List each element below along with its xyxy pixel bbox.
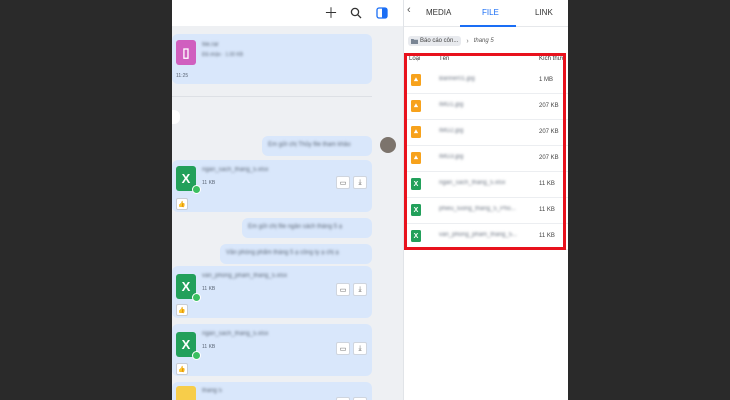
search-icon[interactable] — [348, 5, 364, 21]
download-button[interactable]: ⤓ — [353, 342, 367, 355]
file-message[interactable]: X ngan_sach_thang_5.xlsx 11 KB ▭ ⤓ 👍 — [172, 324, 372, 376]
breadcrumb-current: thang 5 — [473, 38, 494, 44]
file-message[interactable]: X van_phong_pham_thang_5.xlsx 11 KB ▭ ⤓ … — [172, 266, 372, 318]
tab-link[interactable]: LINK — [535, 8, 553, 17]
file-name: file.rar — [202, 42, 219, 48]
highlight-box — [404, 53, 566, 250]
back-arrow-icon[interactable]: ‹ — [407, 4, 411, 16]
folder-message[interactable]: thang 5 ▭ ⤓ — [172, 382, 372, 400]
plus-icon[interactable]: ＋ — [323, 5, 339, 21]
tab-media[interactable]: MEDIA — [426, 8, 451, 17]
file-size: 11 KB — [202, 180, 216, 186]
text-message: Em gửi chị file ngân sách tháng 5 ạ — [242, 218, 372, 238]
text-message: Văn phòng phẩm tháng 5 ạ công ty ạ chị ạ — [220, 244, 372, 264]
divider — [172, 96, 372, 97]
bubble-edge — [172, 110, 180, 124]
open-folder-button[interactable]: ▭ — [336, 176, 350, 189]
file-status: Đã nhận · 1.00 KB — [202, 52, 244, 58]
open-folder-button[interactable]: ▭ — [336, 283, 350, 296]
breadcrumb: Báo cáo côn... › thang 5 — [408, 34, 494, 48]
downloaded-check-icon — [192, 185, 201, 194]
active-tab-indicator — [460, 25, 516, 27]
tab-file[interactable]: FILE — [482, 8, 499, 17]
chevron-right-icon: › — [466, 37, 469, 45]
like-button[interactable]: 👍 — [176, 304, 188, 316]
file-size: 11 KB — [202, 286, 216, 292]
avatar[interactable] — [380, 137, 396, 153]
file-message[interactable]: ▯ file.rar Đã nhận · 1.00 KB 11:25 — [172, 34, 372, 84]
archive-file-icon: ▯ — [176, 40, 196, 65]
download-button[interactable]: ⤓ — [353, 176, 367, 189]
chat-pane: ＋ ▯ file.rar Đã nhận · 1.00 KB 11:25 Em … — [172, 0, 403, 400]
downloaded-check-icon — [192, 293, 201, 302]
folder-name: thang 5 — [202, 388, 223, 394]
breadcrumb-folder[interactable]: Báo cáo côn... — [408, 36, 462, 46]
file-message[interactable]: X ngan_sach_thang_5.xlsx 11 KB ▭ ⤓ 👍 — [172, 160, 372, 212]
file-name: ngan_sach_thang_5.xlsx — [202, 167, 269, 173]
tab-bar: ‹ MEDIA FILE LINK — [404, 0, 568, 27]
chat-toolbar: ＋ — [172, 0, 403, 26]
text-message: Em gửi chị Thủy file tham khảo — [262, 136, 372, 156]
file-name: ngan_sach_thang_5.xlsx — [202, 331, 269, 337]
like-button[interactable]: 👍 — [176, 363, 188, 375]
file-size: 11 KB — [202, 344, 216, 350]
folder-icon — [411, 39, 418, 44]
folder-icon — [176, 386, 196, 400]
file-name: van_phong_pham_thang_5.xlsx — [202, 273, 288, 279]
downloaded-check-icon — [192, 351, 201, 360]
sidebar-toggle-icon[interactable] — [374, 5, 390, 21]
message-time: 11:25 — [176, 73, 189, 79]
download-button[interactable]: ⤓ — [353, 283, 367, 296]
like-button[interactable]: 👍 — [176, 198, 188, 210]
open-folder-button[interactable]: ▭ — [336, 342, 350, 355]
